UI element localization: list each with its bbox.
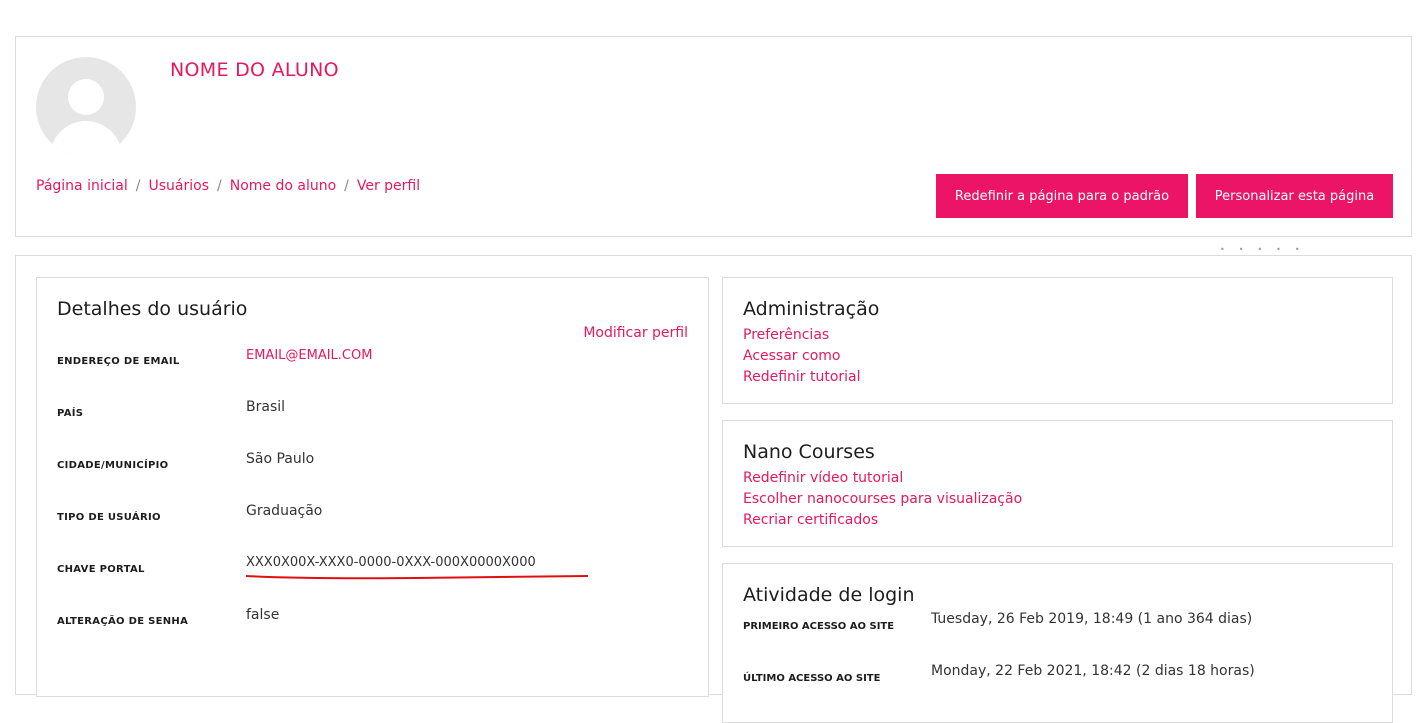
user-type-value: Graduação xyxy=(246,503,323,519)
portal-key-value: XXX0X00X-XXX0-0000-0XXX-000X0000X000 xyxy=(246,555,536,570)
edit-profile-link[interactable]: Modificar perfil xyxy=(583,325,688,341)
breadcrumb-separator: / xyxy=(217,178,222,194)
drag-dots-icon: ••••• xyxy=(1220,245,1314,254)
red-underline-annotation xyxy=(245,575,589,580)
recreate-certificates-link[interactable]: Recriar certificados xyxy=(743,510,1022,531)
avatar-body-shape xyxy=(50,121,122,157)
breadcrumb-separator: / xyxy=(135,178,141,194)
email-label: ENDEREÇO DE EMAIL xyxy=(57,356,180,367)
country-value: Brasil xyxy=(246,399,286,415)
profile-header: NOME DO ALUNO Página inicial / Usuários / No… xyxy=(15,36,1412,237)
user-details-title: Detalhes do usuário xyxy=(57,298,248,320)
password-change-label: ALTERAÇÃO DE SENHA xyxy=(57,616,189,627)
administration-title: Administração xyxy=(743,298,880,320)
password-change-value: false xyxy=(246,607,280,623)
first-access-value: Tuesday, 26 Feb 2019, 18:49 (1 ano 364 d… xyxy=(931,611,1253,627)
customize-page-button[interactable]: Personalizar esta página xyxy=(1196,174,1393,218)
preferences-link[interactable]: Preferências xyxy=(743,325,861,346)
breadcrumb-home[interactable]: Página inicial xyxy=(36,178,128,194)
user-details-block: Detalhes do usuário Modificar perfil END… xyxy=(36,277,709,697)
login-activity-title: Atividade de login xyxy=(743,584,915,606)
reset-page-button[interactable]: Redefinir a página para o padrão xyxy=(936,174,1188,218)
breadcrumb-separator: / xyxy=(344,178,349,194)
nano-courses-links: Redefinir vídeo tutorial Escolher nanoco… xyxy=(743,468,1022,531)
nano-courses-title: Nano Courses xyxy=(743,441,875,463)
administration-block: Administração Preferências Acessar como … xyxy=(722,277,1393,404)
breadcrumb-view-profile[interactable]: Ver perfil xyxy=(357,178,420,194)
administration-links: Preferências Acessar como Redefinir tuto… xyxy=(743,325,861,388)
avatar-head-shape xyxy=(68,79,104,115)
breadcrumb-users[interactable]: Usuários xyxy=(149,178,210,194)
reset-video-tutorial-link[interactable]: Redefinir vídeo tutorial xyxy=(743,468,1022,489)
country-label: PAÍS xyxy=(57,408,84,419)
portal-key-label: CHAVE PORTAL xyxy=(57,564,145,575)
login-as-link[interactable]: Acessar como xyxy=(743,346,861,367)
email-value[interactable]: EMAIL@EMAIL.COM xyxy=(246,348,372,363)
user-type-label: TIPO DE USUÁRIO xyxy=(57,512,161,523)
avatar[interactable] xyxy=(36,57,136,157)
breadcrumb-student[interactable]: Nome do aluno xyxy=(230,178,336,194)
nano-courses-block: Nano Courses Redefinir vídeo tutorial Es… xyxy=(722,420,1393,547)
login-activity-block: Atividade de login PRIMEIRO ACESSO AO SI… xyxy=(722,563,1393,723)
breadcrumb: Página inicial / Usuários / Nome do aluno / Ve… xyxy=(36,178,420,194)
reset-tutorial-link[interactable]: Redefinir tutorial xyxy=(743,367,861,388)
city-value: São Paulo xyxy=(246,451,315,467)
first-access-label: PRIMEIRO ACESSO AO SITE xyxy=(743,621,895,632)
choose-nanocourses-link[interactable]: Escolher nanocourses para visualização xyxy=(743,489,1022,510)
profile-name: NOME DO ALUNO xyxy=(170,59,339,81)
last-access-value: Monday, 22 Feb 2021, 18:42 (2 dias 18 ho… xyxy=(931,663,1255,679)
city-label: CIDADE/MUNICÍPIO xyxy=(57,460,169,471)
profile-content: Detalhes do usuário Modificar perfil END… xyxy=(15,255,1412,723)
